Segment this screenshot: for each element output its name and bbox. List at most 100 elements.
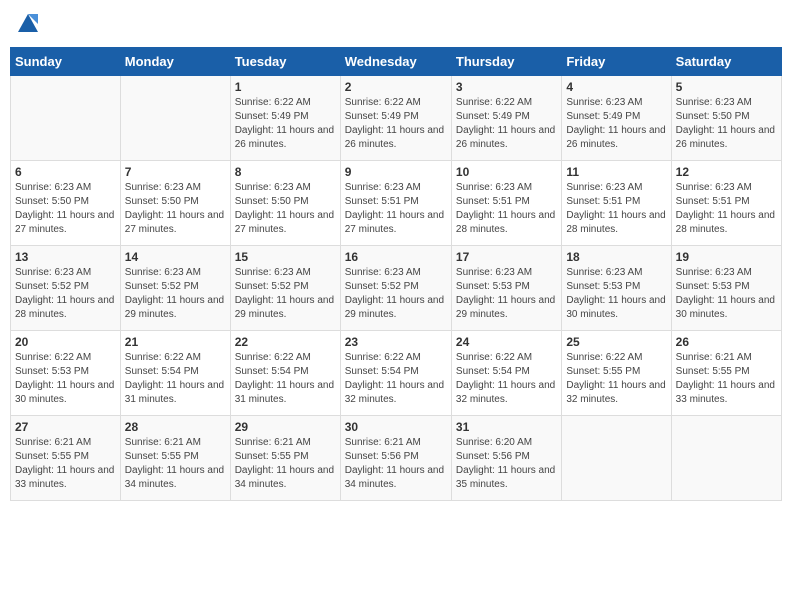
- cell-info: Sunrise: 6:22 AM Sunset: 5:55 PM Dayligh…: [566, 351, 666, 407]
- cell-info: Sunrise: 6:23 AM Sunset: 5:49 PM Dayligh…: [566, 96, 666, 152]
- cell-info: Sunrise: 6:22 AM Sunset: 5:54 PM Dayligh…: [125, 351, 226, 407]
- cell-info: Sunrise: 6:22 AM Sunset: 5:54 PM Dayligh…: [235, 351, 336, 407]
- calendar-cell: 21Sunrise: 6:22 AM Sunset: 5:54 PM Dayli…: [120, 331, 230, 416]
- calendar-cell: 10Sunrise: 6:23 AM Sunset: 5:51 PM Dayli…: [451, 161, 561, 246]
- calendar-week-2: 6 Sunrise: 6:23 AM Sunset: 5:50 PM Daylig…: [11, 161, 782, 246]
- calendar-cell: 25 Sunrise: 6:22 AM Sunset: 5:55 PM Dayli…: [562, 331, 671, 416]
- day-number: 30: [345, 420, 447, 434]
- calendar-cell: 1Sunrise: 6:22 AM Sunset: 5:49 PM Daylig…: [230, 76, 340, 161]
- calendar-cell: 22 Sunrise: 6:22 AM Sunset: 5:54 PM Dayli…: [230, 331, 340, 416]
- calendar-week-4: 20 Sunrise: 6:22 AM Sunset: 5:53 PM Dayli…: [11, 331, 782, 416]
- cell-info: Sunrise: 6:23 AM Sunset: 5:53 PM Dayligh…: [676, 266, 777, 322]
- day-number: 4: [566, 80, 666, 94]
- calendar-cell: 4 Sunrise: 6:23 AM Sunset: 5:49 PM Daylig…: [562, 76, 671, 161]
- day-number: 31: [456, 420, 557, 434]
- cell-info: Sunrise: 6:23 AM Sunset: 5:51 PM Dayligh…: [345, 181, 447, 237]
- calendar-cell: 5 Sunrise: 6:23 AM Sunset: 5:50 PM Daylig…: [671, 76, 781, 161]
- day-number: 15: [235, 250, 336, 264]
- day-number: 11: [566, 165, 666, 179]
- cell-info: Sunrise: 6:22 AM Sunset: 5:54 PM Dayligh…: [345, 351, 447, 407]
- day-number: 12: [676, 165, 777, 179]
- day-number: 1: [235, 80, 336, 94]
- calendar-cell: 17Sunrise: 6:23 AM Sunset: 5:53 PM Dayli…: [451, 246, 561, 331]
- day-number: 13: [15, 250, 116, 264]
- calendar-cell: 26 Sunrise: 6:21 AM Sunset: 5:55 PM Dayli…: [671, 331, 781, 416]
- calendar-cell: 31 Sunrise: 6:20 AM Sunset: 5:56 PM Dayli…: [451, 416, 561, 501]
- day-number: 24: [456, 335, 557, 349]
- header-day-tuesday: Tuesday: [230, 48, 340, 76]
- calendar-cell: 18Sunrise: 6:23 AM Sunset: 5:53 PM Dayli…: [562, 246, 671, 331]
- day-number: 27: [15, 420, 116, 434]
- day-number: 20: [15, 335, 116, 349]
- cell-info: Sunrise: 6:23 AM Sunset: 5:50 PM Dayligh…: [125, 181, 226, 237]
- cell-info: Sunrise: 6:22 AM Sunset: 5:49 PM Dayligh…: [456, 96, 557, 152]
- logo-icon: [16, 10, 40, 34]
- cell-info: Sunrise: 6:22 AM Sunset: 5:54 PM Dayligh…: [456, 351, 557, 407]
- cell-info: Sunrise: 6:23 AM Sunset: 5:51 PM Dayligh…: [456, 181, 557, 237]
- calendar-cell: 20 Sunrise: 6:22 AM Sunset: 5:53 PM Dayli…: [11, 331, 121, 416]
- calendar-cell: 2 Sunrise: 6:22 AM Sunset: 5:49 PM Daylig…: [340, 76, 451, 161]
- cell-info: Sunrise: 6:23 AM Sunset: 5:52 PM Dayligh…: [125, 266, 226, 322]
- calendar-cell: 15Sunrise: 6:23 AM Sunset: 5:52 PM Dayli…: [230, 246, 340, 331]
- calendar-cell: [120, 76, 230, 161]
- day-number: 19: [676, 250, 777, 264]
- day-number: 23: [345, 335, 447, 349]
- calendar-cell: 28Sunrise: 6:21 AM Sunset: 5:55 PM Dayli…: [120, 416, 230, 501]
- calendar-cell: 8 Sunrise: 6:23 AM Sunset: 5:50 PM Daylig…: [230, 161, 340, 246]
- page-header: [10, 10, 782, 39]
- calendar-cell: 29 Sunrise: 6:21 AM Sunset: 5:55 PM Dayli…: [230, 416, 340, 501]
- cell-info: Sunrise: 6:22 AM Sunset: 5:53 PM Dayligh…: [15, 351, 116, 407]
- calendar-cell: 24 Sunrise: 6:22 AM Sunset: 5:54 PM Dayli…: [451, 331, 561, 416]
- calendar-cell: 13 Sunrise: 6:23 AM Sunset: 5:52 PM Dayli…: [11, 246, 121, 331]
- day-number: 7: [125, 165, 226, 179]
- logo: [14, 10, 40, 39]
- calendar-cell: 27Sunrise: 6:21 AM Sunset: 5:55 PM Dayli…: [11, 416, 121, 501]
- day-number: 25: [566, 335, 666, 349]
- day-number: 26: [676, 335, 777, 349]
- day-number: 14: [125, 250, 226, 264]
- day-number: 2: [345, 80, 447, 94]
- calendar-week-1: 1 Sunrise: 6:22 AM Sunset: 5:49 PM Daylig…: [11, 76, 782, 161]
- calendar-cell: 7 Sunrise: 6:23 AM Sunset: 5:50 PM Daylig…: [120, 161, 230, 246]
- calendar-cell: 6Sunrise: 6:23 AM Sunset: 5:50 PM Daylig…: [11, 161, 121, 246]
- cell-info: Sunrise: 6:21 AM Sunset: 5:55 PM Dayligh…: [676, 351, 777, 407]
- calendar-cell: 9 Sunrise: 6:23 AM Sunset: 5:51 PM Daylig…: [340, 161, 451, 246]
- day-number: 16: [345, 250, 447, 264]
- day-number: 6: [15, 165, 116, 179]
- cell-info: Sunrise: 6:20 AM Sunset: 5:56 PM Dayligh…: [456, 436, 557, 492]
- header-day-monday: Monday: [120, 48, 230, 76]
- calendar-cell: 3Sunrise: 6:22 AM Sunset: 5:49 PM Daylig…: [451, 76, 561, 161]
- header-day-saturday: Saturday: [671, 48, 781, 76]
- calendar-week-5: 27 Sunrise: 6:21 AM Sunset: 5:55 PM Dayli…: [11, 416, 782, 501]
- cell-info: Sunrise: 6:23 AM Sunset: 5:52 PM Dayligh…: [345, 266, 447, 322]
- header-day-sunday: Sunday: [11, 48, 121, 76]
- header-day-friday: Friday: [562, 48, 671, 76]
- logo-wordmark: [14, 10, 40, 39]
- cell-info: Sunrise: 6:23 AM Sunset: 5:51 PM Dayligh…: [676, 181, 777, 237]
- header-row: SundayMondayTuesdayWednesdayThursdayFrid…: [11, 48, 782, 76]
- day-number: 5: [676, 80, 777, 94]
- day-number: 17: [456, 250, 557, 264]
- cell-info: Sunrise: 6:23 AM Sunset: 5:50 PM Dayligh…: [235, 181, 336, 237]
- calendar-cell: 30Sunrise: 6:21 AM Sunset: 5:56 PM Dayli…: [340, 416, 451, 501]
- calendar-cell: 16 Sunrise: 6:23 AM Sunset: 5:52 PM Dayli…: [340, 246, 451, 331]
- calendar-cell: [671, 416, 781, 501]
- header-day-thursday: Thursday: [451, 48, 561, 76]
- cell-info: Sunrise: 6:23 AM Sunset: 5:51 PM Dayligh…: [566, 181, 666, 237]
- calendar-header: SundayMondayTuesdayWednesdayThursdayFrid…: [11, 48, 782, 76]
- day-number: 22: [235, 335, 336, 349]
- cell-info: Sunrise: 6:23 AM Sunset: 5:52 PM Dayligh…: [15, 266, 116, 322]
- day-number: 29: [235, 420, 336, 434]
- calendar-cell: [562, 416, 671, 501]
- cell-info: Sunrise: 6:23 AM Sunset: 5:50 PM Dayligh…: [676, 96, 777, 152]
- day-number: 28: [125, 420, 226, 434]
- day-number: 18: [566, 250, 666, 264]
- cell-info: Sunrise: 6:21 AM Sunset: 5:55 PM Dayligh…: [235, 436, 336, 492]
- calendar-body: 1 Sunrise: 6:22 AM Sunset: 5:49 PM Daylig…: [11, 76, 782, 501]
- cell-info: Sunrise: 6:22 AM Sunset: 5:49 PM Dayligh…: [345, 96, 447, 152]
- calendar-cell: 19 Sunrise: 6:23 AM Sunset: 5:53 PM Dayli…: [671, 246, 781, 331]
- calendar-cell: 12 Sunrise: 6:23 AM Sunset: 5:51 PM Dayli…: [671, 161, 781, 246]
- calendar-week-3: 13 Sunrise: 6:23 AM Sunset: 5:52 PM Dayli…: [11, 246, 782, 331]
- day-number: 9: [345, 165, 447, 179]
- day-number: 8: [235, 165, 336, 179]
